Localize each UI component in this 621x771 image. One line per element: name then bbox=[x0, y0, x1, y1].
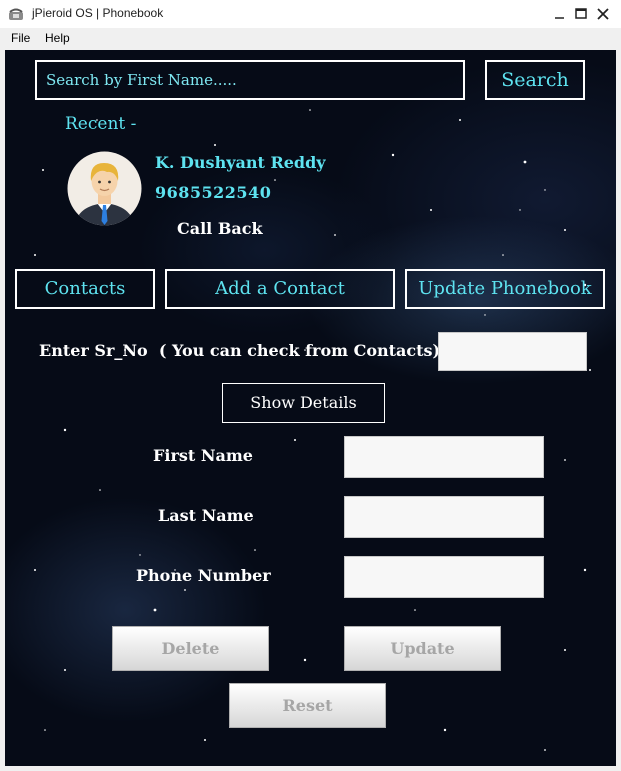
maximize-icon[interactable] bbox=[571, 4, 591, 24]
delete-button[interactable]: Delete bbox=[112, 626, 269, 671]
recent-contact-phone: 9685522540 bbox=[155, 183, 272, 202]
menu-bar: File Help bbox=[0, 28, 621, 50]
search-input[interactable]: Search by First Name..... bbox=[35, 60, 465, 100]
minimize-icon[interactable] bbox=[550, 4, 570, 24]
tab-contacts[interactable]: Contacts bbox=[15, 269, 155, 309]
reset-button[interactable]: Reset bbox=[229, 683, 386, 728]
menu-file[interactable]: File bbox=[11, 31, 30, 45]
title-bar: jPieroid OS | Phonebook bbox=[0, 0, 621, 28]
tab-add-contact[interactable]: Add a Contact bbox=[165, 269, 395, 309]
first-name-input[interactable] bbox=[344, 436, 544, 478]
call-back-link[interactable]: Call Back bbox=[177, 219, 263, 238]
show-details-button[interactable]: Show Details bbox=[222, 383, 385, 423]
last-name-input[interactable] bbox=[344, 496, 544, 538]
sr-no-label: Enter Sr_No ( You can check from Contact… bbox=[39, 341, 441, 360]
app-window: jPieroid OS | Phonebook File Help Search… bbox=[0, 0, 621, 771]
phonebook-panel: Search by First Name..... Search Recent … bbox=[5, 50, 616, 766]
phone-number-label: Phone Number bbox=[136, 566, 271, 585]
first-name-label: First Name bbox=[153, 446, 253, 465]
tab-update-phonebook[interactable]: Update Phonebook bbox=[405, 269, 605, 309]
recent-contact-name: K. Dushyant Reddy bbox=[155, 153, 326, 172]
menu-help[interactable]: Help bbox=[45, 31, 70, 45]
close-icon[interactable] bbox=[593, 4, 613, 24]
sr-no-input[interactable] bbox=[438, 332, 587, 371]
search-button[interactable]: Search bbox=[485, 60, 585, 100]
user-avatar-icon bbox=[67, 151, 142, 226]
phone-app-icon bbox=[9, 8, 23, 20]
window-title: jPieroid OS | Phonebook bbox=[32, 6, 164, 20]
update-button[interactable]: Update bbox=[344, 626, 501, 671]
recent-label: Recent - bbox=[65, 114, 137, 134]
last-name-label: Last Name bbox=[158, 506, 254, 525]
phone-number-input[interactable] bbox=[344, 556, 544, 598]
